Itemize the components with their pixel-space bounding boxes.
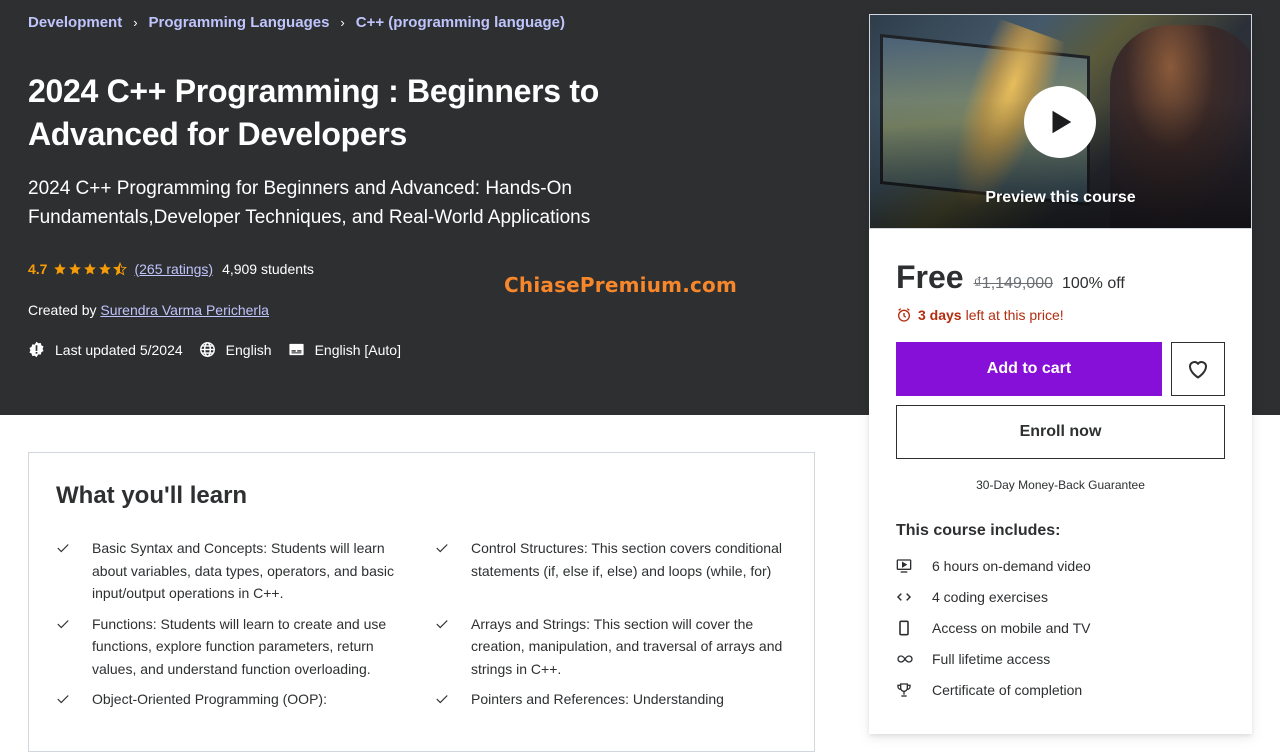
course-meta: Last updated 5/2024 English English [Aut… [28, 341, 417, 358]
learn-item: Basic Syntax and Concepts: Students will… [56, 537, 418, 605]
captions-icon [289, 343, 304, 356]
code-icon [896, 589, 932, 605]
breadcrumb-development[interactable]: Development [28, 14, 122, 31]
includes-item: 6 hours on-demand video [896, 550, 1225, 581]
learn-title: What you'll learn [56, 482, 248, 509]
chevron-right-icon: › [133, 15, 138, 30]
language-text: English [225, 341, 272, 358]
star-half-icon [113, 262, 128, 276]
heart-icon [1188, 361, 1208, 379]
includes-item-label: 4 coding exercises [932, 588, 1048, 605]
alarm-clock-icon [898, 308, 910, 322]
includes-item: Certificate of completion [896, 674, 1225, 705]
breadcrumb: Development › Programming Languages › C+… [28, 14, 565, 31]
learn-item: Control Structures: This section covers … [435, 537, 797, 605]
alert-badge-icon [29, 341, 44, 358]
infinity-icon [896, 651, 932, 667]
learn-item-text: Object-Oriented Programming (OOP): [92, 691, 327, 707]
preview-label: Preview this course [985, 189, 1136, 206]
star-icon [69, 263, 82, 275]
instructor-link[interactable]: Surendra Varma Pericherla [100, 302, 269, 318]
star-icon [99, 263, 112, 275]
includes-item: 4 coding exercises [896, 581, 1225, 612]
chevron-right-icon: › [340, 15, 345, 30]
globe-icon [199, 342, 215, 357]
star-icon [54, 263, 67, 275]
learn-item-text: Control Structures: This section covers … [471, 540, 782, 579]
captions-text: English [Auto] [314, 341, 401, 358]
language: English [199, 341, 272, 358]
mobile-icon [896, 620, 932, 636]
price-countdown: 3 days left at this price! [896, 307, 1225, 323]
check-icon [56, 537, 92, 605]
add-to-cart-button[interactable]: Add to cart [896, 342, 1162, 396]
learn-item: Arrays and Strings: This section will co… [435, 613, 797, 681]
play-icon [1052, 110, 1072, 134]
includes-list: 6 hours on-demand video 4 coding exercis… [896, 550, 1225, 705]
students-count: 4,909 students [222, 261, 314, 277]
learn-item: Object-Oriented Programming (OOP): [56, 688, 418, 713]
countdown-text: left at this price! [965, 307, 1064, 323]
includes-item-label: Certificate of completion [932, 681, 1083, 698]
star-icon [84, 263, 97, 275]
learn-item-text: Functions: Students will learn to create… [92, 615, 387, 677]
what-youll-learn: What you'll learn Basic Syntax and Conce… [28, 452, 815, 752]
last-updated: Last updated 5/2024 [28, 341, 183, 358]
check-icon [435, 537, 471, 605]
includes-title: This course includes: [896, 522, 1061, 539]
includes-item-label: 6 hours on-demand video [932, 557, 1091, 574]
course-subtitle: 2024 C++ Programming for Beginners and A… [28, 178, 591, 228]
watermark: ChiasePremium.com [504, 273, 738, 297]
check-icon [56, 613, 92, 681]
countdown-days: 3 days [918, 307, 962, 323]
current-price: Free [896, 259, 964, 295]
discount-percent: 100% off [1061, 275, 1125, 292]
includes-item-label: Full lifetime access [932, 650, 1051, 667]
price-row: Free ₫1,149,000 100% off [896, 259, 1225, 296]
check-icon [435, 613, 471, 681]
original-price: ₫1,149,000 [973, 275, 1053, 292]
trophy-icon [896, 682, 932, 698]
rating-value: 4.7 [28, 261, 48, 277]
includes-item: Access on mobile and TV [896, 612, 1225, 643]
created-by: Created by Surendra Varma Pericherla [28, 302, 269, 318]
enroll-now-button[interactable]: Enroll now [896, 405, 1225, 459]
captions: English [Auto] [288, 341, 401, 358]
last-updated-text: Last updated 5/2024 [55, 341, 183, 358]
breadcrumb-cpp[interactable]: C++ (programming language) [356, 14, 565, 31]
purchase-card-body: Free ₫1,149,000 100% off 3 days left at … [869, 259, 1252, 705]
purchase-actions: Add to cart [896, 342, 1225, 396]
learn-item: Pointers and References: Understanding [435, 688, 797, 713]
learn-list: Basic Syntax and Concepts: Students will… [56, 537, 791, 713]
learn-item-text: Arrays and Strings: This section will co… [471, 615, 783, 677]
breadcrumb-programming-languages[interactable]: Programming Languages [149, 14, 330, 31]
learn-item: Functions: Students will learn to create… [56, 613, 418, 681]
ratings-count-link[interactable]: (265 ratings) [134, 261, 213, 277]
course-title: 2024 C++ Programming : Beginners to Adva… [28, 73, 600, 152]
created-by-label: Created by [28, 302, 97, 318]
course-preview[interactable]: Preview this course [869, 14, 1252, 229]
purchase-sidebar: Preview this course Free ₫1,149,000 100%… [869, 14, 1252, 734]
learn-item-text: Basic Syntax and Concepts: Students will… [92, 540, 394, 601]
wishlist-button[interactable] [1171, 342, 1225, 396]
check-icon [435, 688, 471, 713]
play-button[interactable] [1024, 86, 1096, 158]
money-back-guarantee: 30-Day Money-Back Guarantee [976, 478, 1145, 492]
includes-item-label: Access on mobile and TV [932, 619, 1091, 636]
check-icon [56, 688, 92, 713]
learn-item-text: Pointers and References: Understanding [471, 691, 724, 707]
video-icon [896, 558, 932, 574]
rating-stars [53, 262, 128, 276]
includes-item: Full lifetime access [896, 643, 1225, 674]
rating-row: 4.7 (265 ratings) 4,909 students [28, 261, 314, 277]
